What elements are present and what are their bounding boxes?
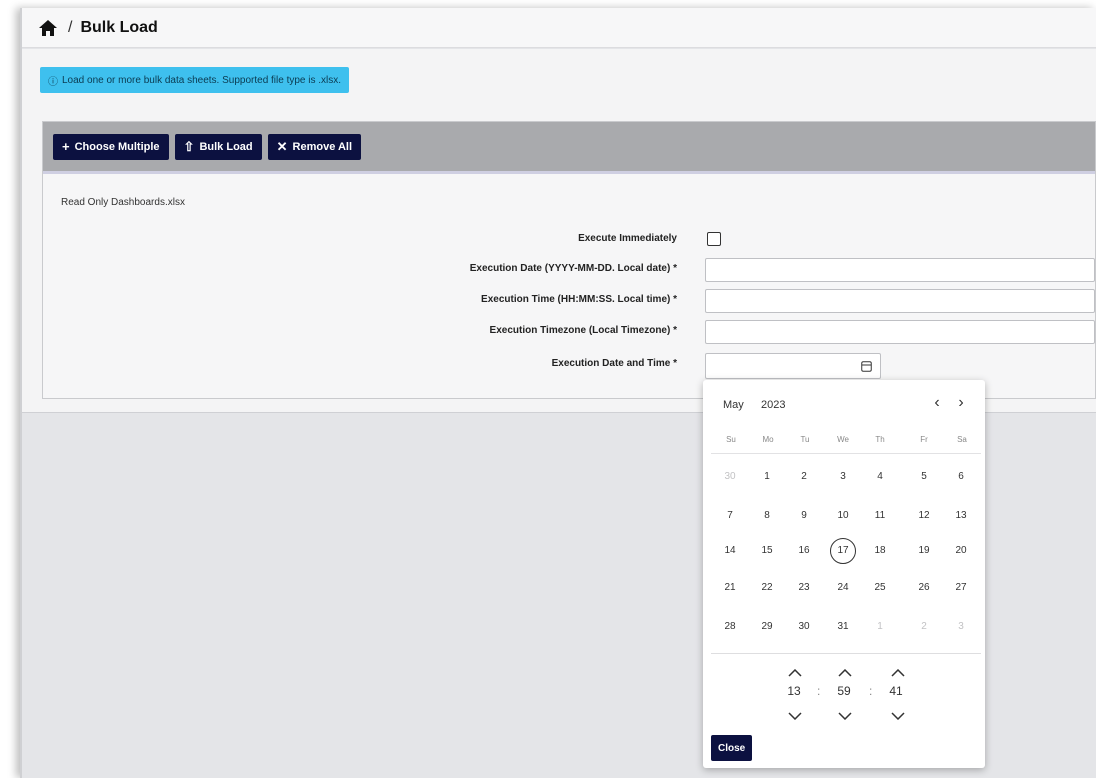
weekday-label: Tu — [800, 435, 810, 444]
weekday-header: Su Mo Tu We Th Fr Sa — [711, 430, 981, 454]
weekday-label: Fr — [920, 435, 928, 444]
remove-all-button[interactable]: ✕ Remove All — [267, 133, 362, 160]
info-banner-text: Load one or more bulk data sheets. Suppo… — [62, 74, 342, 86]
execution-date-label: Execution Date (YYYY-MM-DD. Local date) … — [469, 263, 677, 274]
calendar-day[interactable]: 1 — [867, 614, 893, 640]
hour-down-icon[interactable] — [785, 707, 805, 721]
chevron-left-icon[interactable]: ‹ — [928, 393, 946, 413]
second-up-icon[interactable] — [888, 664, 908, 678]
bulk-load-label: Bulk Load — [199, 140, 253, 153]
home-icon[interactable] — [38, 19, 58, 37]
calendar-day[interactable]: 20 — [948, 538, 974, 564]
info-banner: ⓘ Load one or more bulk data sheets. Sup… — [40, 67, 350, 93]
bulk-load-button[interactable]: ⇧ Bulk Load — [174, 133, 262, 160]
calendar-day[interactable]: 16 — [791, 538, 817, 564]
calendar-day[interactable]: 10 — [830, 503, 856, 529]
execution-time-field[interactable] — [705, 289, 1095, 313]
calendar-day[interactable]: 19 — [911, 538, 937, 564]
breadcrumb: / Bulk Load — [22, 8, 1096, 48]
calendar-day[interactable]: 14 — [717, 538, 743, 564]
calendar-day[interactable]: 24 — [830, 575, 856, 601]
calendar-day[interactable]: 3 — [830, 464, 856, 490]
calendar-day[interactable]: 30 — [791, 614, 817, 640]
second-down-icon[interactable] — [888, 707, 908, 721]
calendar-day[interactable]: 15 — [754, 538, 780, 564]
close-button[interactable]: Close — [711, 735, 753, 761]
calendar-day[interactable]: 31 — [830, 614, 856, 640]
calendar-day[interactable]: 2 — [791, 464, 817, 490]
calendar-day[interactable]: 22 — [754, 575, 780, 601]
upload-icon: ⇧ — [183, 139, 195, 154]
calendar-year[interactable]: 2023 — [761, 399, 785, 411]
weekday-label: Th — [875, 435, 885, 444]
calendar-icon[interactable] — [861, 359, 872, 372]
page-title: Bulk Load — [80, 18, 158, 36]
calendar-day[interactable]: 29 — [754, 614, 780, 640]
execution-time-row: Execution Time (HH:MM:SS. Local time) * — [43, 289, 1095, 313]
calendar-day[interactable]: 7 — [717, 503, 743, 529]
calendar-day[interactable]: 18 — [867, 538, 893, 564]
calendar-day[interactable]: 4 — [867, 464, 893, 490]
execution-datetime-picker[interactable] — [705, 353, 881, 379]
calendar-day[interactable]: 23 — [791, 575, 817, 601]
execution-datetime-label: Execution Date and Time * — [551, 358, 677, 369]
file-name: Read Only Dashboards.xlsx — [61, 197, 185, 208]
weekday-label: We — [837, 435, 849, 444]
execution-timezone-field[interactable] — [705, 320, 1095, 344]
execution-date-field[interactable] — [705, 258, 1095, 282]
calendar-day[interactable]: 28 — [717, 614, 743, 640]
calendar-day[interactable]: 1 — [754, 464, 780, 490]
calendar-day[interactable]: 12 — [911, 503, 937, 529]
calendar-day[interactable]: 8 — [754, 503, 780, 529]
upload-toolbar: + Choose Multiple ⇧ Bulk Load ✕ Remove A… — [43, 122, 1095, 174]
execute-immediately-label: Execute Immediately — [578, 233, 677, 244]
breadcrumb-separator: / — [68, 18, 73, 36]
calendar-day[interactable]: 30 — [717, 464, 743, 490]
calendar-day[interactable]: 26 — [911, 575, 937, 601]
calendar-day[interactable]: 21 — [717, 575, 743, 601]
info-icon: ⓘ — [48, 76, 58, 88]
execution-date-row: Execution Date (YYYY-MM-DD. Local date) … — [43, 258, 1095, 282]
execute-immediately-row: Execute Immediately — [43, 228, 1095, 252]
weekday-label: Sa — [957, 435, 967, 444]
second-value[interactable]: 41 — [884, 684, 908, 698]
chevron-right-icon[interactable]: › — [952, 393, 970, 413]
calendar-day[interactable]: 11 — [867, 503, 893, 529]
execute-immediately-checkbox[interactable] — [707, 232, 721, 246]
datetime-popup: May 2023 ‹ › Su Mo Tu We Th Fr Sa 30 1 2 3 4… — [703, 380, 985, 768]
upload-card: + Choose Multiple ⇧ Bulk Load ✕ Remove A… — [42, 121, 1096, 399]
calendar-day[interactable]: 6 — [948, 464, 974, 490]
minute-value[interactable]: 59 — [832, 684, 856, 698]
weekday-label: Mo — [762, 435, 774, 444]
execution-timezone-label: Execution Timezone (Local Timezone) * — [489, 325, 677, 336]
calendar-day[interactable]: 25 — [867, 575, 893, 601]
close-icon: ✕ — [276, 139, 288, 154]
calendar-day[interactable]: 13 — [948, 503, 974, 529]
calendar-day[interactable]: 9 — [791, 503, 817, 529]
choose-multiple-button[interactable]: + Choose Multiple — [53, 133, 169, 160]
remove-all-label: Remove All — [292, 140, 353, 153]
time-divider — [711, 653, 981, 654]
calendar-day[interactable]: 17 — [830, 538, 856, 564]
minute-down-icon[interactable] — [835, 707, 855, 721]
execution-time-label: Execution Time (HH:MM:SS. Local time) * — [481, 294, 677, 305]
calendar-day[interactable]: 5 — [911, 464, 937, 490]
hour-value[interactable]: 13 — [782, 684, 806, 698]
time-separator: : — [817, 684, 821, 698]
bulk-load-panel: ⓘ Load one or more bulk data sheets. Sup… — [22, 49, 1096, 413]
minute-up-icon[interactable] — [835, 664, 855, 678]
time-separator: : — [869, 684, 873, 698]
choose-multiple-label: Choose Multiple — [74, 140, 160, 153]
plus-icon: + — [62, 139, 70, 154]
execution-timezone-row: Execution Timezone (Local Timezone) * — [43, 320, 1095, 344]
calendar-month[interactable]: May — [723, 399, 744, 411]
calendar-day[interactable]: 3 — [948, 614, 974, 640]
calendar-day[interactable]: 2 — [911, 614, 937, 640]
execution-datetime-row: Execution Date and Time * — [43, 353, 1095, 379]
calendar-day[interactable]: 27 — [948, 575, 974, 601]
weekday-label: Su — [726, 435, 736, 444]
hour-up-icon[interactable] — [785, 664, 805, 678]
